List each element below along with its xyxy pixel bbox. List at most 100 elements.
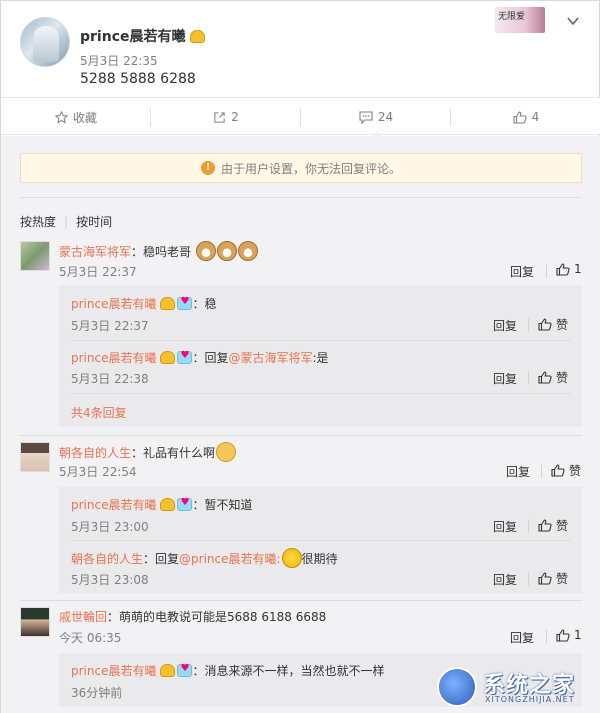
- mention-link[interactable]: @蒙古海军将军: [229, 351, 313, 365]
- heart-badge-icon: [177, 350, 193, 364]
- house-logo-icon: [437, 667, 477, 707]
- mention-link[interactable]: @prince晨若有曦:: [179, 552, 281, 566]
- reply-like-button[interactable]: 赞: [538, 369, 568, 386]
- replier-name[interactable]: prince晨若有曦: [71, 297, 156, 311]
- reply-text-line: 朝各自的人生：回复@prince晨若有曦: 很期待: [71, 548, 338, 568]
- commenter-name[interactable]: 蒙古海军将军: [59, 245, 131, 259]
- reply-like-button[interactable]: 赞: [538, 316, 568, 333]
- comment-like-button[interactable]: 赞: [551, 462, 581, 479]
- divider: [71, 540, 571, 541]
- comment-like-count: 1: [574, 262, 582, 276]
- reply-text: ：消息来源不一样，当然也就不一样: [192, 664, 385, 678]
- favorite-label: 收藏: [72, 110, 97, 125]
- separator: [546, 630, 547, 644]
- show-all-replies-link[interactable]: 共4条回复: [71, 404, 127, 421]
- comment-button[interactable]: 24: [301, 98, 451, 137]
- site-watermark: 系统之家 XITONGZHIJIA.NET: [431, 661, 600, 711]
- commenter-avatar[interactable]: [20, 442, 50, 472]
- divider: [20, 600, 582, 601]
- post-author-avatar[interactable]: [20, 17, 70, 67]
- comment-like-count: 1: [574, 628, 582, 642]
- post-time[interactable]: 5月3日 22:35: [80, 52, 158, 69]
- reply-text: 很期待: [301, 552, 338, 566]
- reply-button[interactable]: 回复: [493, 317, 517, 334]
- vip-badge-icon: [160, 297, 176, 310]
- like-count: 4: [531, 110, 540, 124]
- sort-by-hot-tab[interactable]: 按热度: [20, 213, 56, 230]
- reply-time[interactable]: 5月3日 22:37: [71, 317, 149, 334]
- sort-tabs: 按热度 | 按时间: [20, 213, 113, 230]
- comment-text: ：礼品有什么啊: [131, 446, 216, 460]
- reply-button[interactable]: 回复: [506, 463, 530, 480]
- thumbs-up-icon: [513, 110, 527, 124]
- reply-button[interactable]: 回复: [493, 518, 517, 535]
- reply-disabled-notice: ! 由于用户设置，你无法回复评论。: [20, 153, 582, 183]
- heart-badge-icon: [177, 663, 193, 677]
- reply-text: :是: [312, 351, 329, 365]
- reply-time[interactable]: 5月3日 22:38: [71, 370, 149, 387]
- replier-name[interactable]: prince晨若有曦: [71, 498, 156, 512]
- comment-count: 24: [377, 110, 394, 124]
- reply-time[interactable]: 5月3日 23:08: [71, 571, 149, 588]
- reply-prefix: ：回复: [192, 351, 229, 365]
- doge-emoji-icon: [237, 241, 258, 261]
- reply-text-line: prince晨若有曦 ：回复@蒙古海军将军:是: [71, 349, 329, 366]
- comment-text: ：稳吗老哥: [131, 245, 192, 259]
- vip-badge-icon: [189, 30, 205, 43]
- reply-button[interactable]: 回复: [493, 571, 517, 588]
- comment-time[interactable]: 今天 06:35: [59, 629, 121, 646]
- reply-button[interactable]: 回复: [510, 263, 534, 280]
- comment-time[interactable]: 5月3日 22:37: [59, 263, 137, 280]
- replier-name[interactable]: 朝各自的人生: [71, 552, 143, 566]
- commenter-avatar[interactable]: [20, 607, 50, 637]
- comment-like-button[interactable]: 1: [556, 262, 582, 276]
- comment-like-button[interactable]: 1: [556, 628, 582, 642]
- replier-name[interactable]: prince晨若有曦: [71, 664, 156, 678]
- divider: [20, 197, 582, 198]
- reply-time[interactable]: 5月3日 23:00: [71, 518, 149, 535]
- reply-text: ：暂不知道: [192, 498, 253, 512]
- replier-name[interactable]: prince晨若有曦: [71, 351, 156, 365]
- separator: [528, 318, 529, 332]
- post-author-name[interactable]: prince晨若有曦: [80, 29, 186, 45]
- reply-like-label: 赞: [556, 572, 569, 586]
- reply-button[interactable]: 回复: [510, 629, 534, 646]
- reply-button[interactable]: 回复: [493, 370, 517, 387]
- favorite-button[interactable]: 收藏: [1, 98, 151, 136]
- commenter-name[interactable]: 戚世輪回: [59, 610, 107, 624]
- commenter-name[interactable]: 朝各自的人生: [59, 446, 131, 460]
- share-button[interactable]: 2: [151, 98, 301, 136]
- reply-text: ：稳: [192, 297, 217, 311]
- reply-like-button[interactable]: 赞: [538, 570, 568, 587]
- reply-like-button[interactable]: 赞: [538, 517, 568, 534]
- thumbs-up-icon: [538, 519, 552, 532]
- doge-emoji-icon: [195, 241, 216, 261]
- like-button[interactable]: 4: [451, 98, 600, 136]
- thumbs-up-icon: [538, 318, 552, 331]
- doge-emoji-icon: [216, 241, 237, 261]
- vip-badge-icon: [160, 498, 176, 511]
- commenter-avatar[interactable]: [20, 241, 50, 271]
- separator: [528, 572, 529, 586]
- banner-image[interactable]: 无限爱: [495, 7, 545, 33]
- thumbs-up-icon: [551, 464, 565, 477]
- reply-prefix: ：回复: [143, 552, 180, 566]
- separator: [528, 519, 529, 533]
- reply-text-line: prince晨若有曦 ：暂不知道: [71, 496, 253, 513]
- warning-icon: !: [200, 161, 215, 175]
- weibo-post-panel: prince晨若有曦 5月3日 22:35 5288 5888 6288 无限爱…: [0, 0, 600, 713]
- sort-by-time-tab[interactable]: 按时间: [76, 213, 112, 230]
- separator: [546, 264, 547, 278]
- chevron-down-icon[interactable]: [567, 15, 579, 27]
- reply-time[interactable]: 36分钟前: [71, 684, 122, 701]
- pray-emoji-icon: [216, 442, 237, 462]
- comment-time[interactable]: 5月3日 22:54: [59, 463, 137, 480]
- vip-badge-icon: [160, 351, 176, 364]
- comment-text-line: 蒙古海军将军：稳吗老哥: [59, 241, 258, 261]
- watermark-url: XITONGZHIJIA.NET: [485, 695, 575, 704]
- comment-text-line: 朝各自的人生：礼品有什么啊: [59, 442, 237, 462]
- post-text: 5288 5888 6288: [80, 71, 196, 87]
- post-author: prince晨若有曦: [80, 26, 205, 46]
- comment-icon: [359, 110, 373, 124]
- post-action-bar: 收藏 2 24 4: [1, 97, 600, 137]
